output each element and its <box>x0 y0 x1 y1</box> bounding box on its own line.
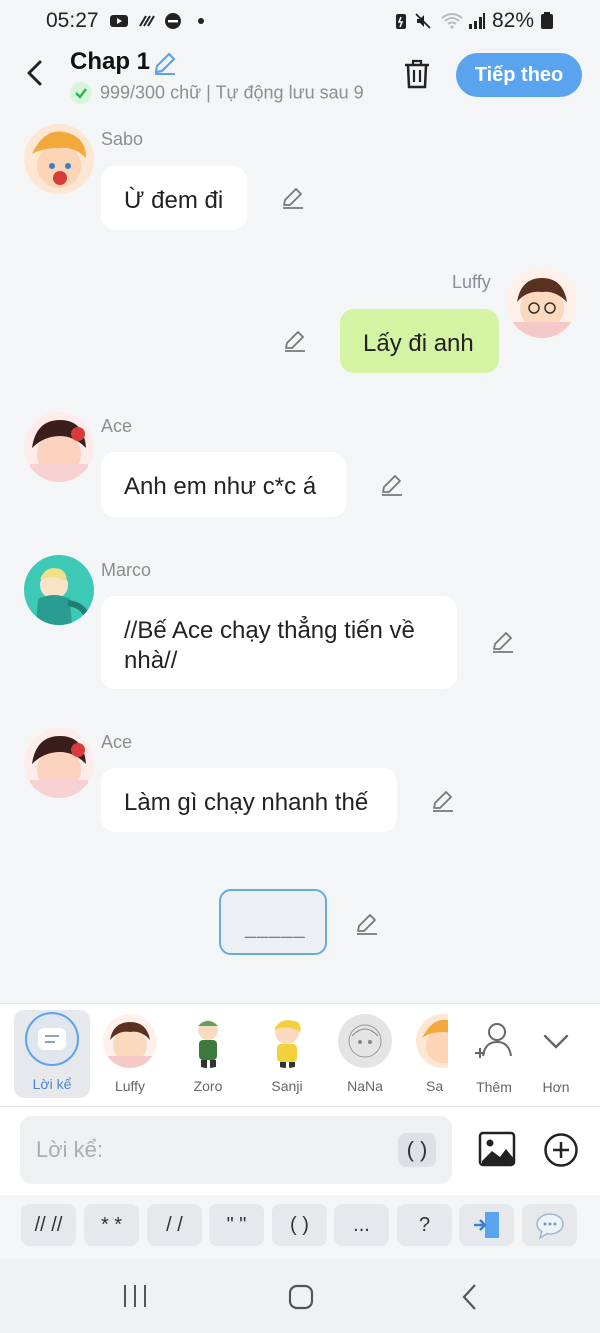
add-user-icon <box>475 1023 512 1058</box>
message-bubble[interactable]: Làm gì chạy nhanh thế <box>101 768 397 832</box>
symbol-paren[interactable]: ( ) <box>272 1204 327 1246</box>
avatar-sabo[interactable] <box>24 124 94 194</box>
signal-icon <box>469 13 485 29</box>
character-label: NaNa <box>347 1078 383 1094</box>
character-label: Luffy <box>114 1078 146 1094</box>
edit-message-icon[interactable] <box>490 629 516 655</box>
edit-message-icon[interactable] <box>354 911 380 937</box>
message-bubble[interactable]: //Bế Ace chạy thẳng tiến về nhà// <box>101 596 457 689</box>
symbol-toolbar: // // * * / / " " ( ) ... ? <box>0 1195 600 1259</box>
word-count-text: 999/300 chữ | Tự động lưu sau 9 <box>100 82 364 103</box>
nana-avatar <box>338 1014 392 1068</box>
recent-apps-icon[interactable] <box>120 1283 150 1309</box>
symbol-question[interactable]: ? <box>397 1204 452 1246</box>
chevron-down-icon <box>543 1034 569 1049</box>
edit-message-icon[interactable] <box>282 328 308 354</box>
placeholder-line: _____ <box>245 917 306 939</box>
sabo-avatar <box>416 1014 448 1068</box>
narrator-icon <box>25 1012 79 1066</box>
battery-percent: 82% <box>492 9 535 32</box>
wifi-icon <box>441 13 463 29</box>
character-selector: Lời kể Luffy Zoro Sanji NaNa Sa Thêm Hơn <box>0 1003 600 1107</box>
exit-door-button[interactable] <box>459 1204 514 1246</box>
message-bubble[interactable]: Lấy đi anh <box>340 309 499 373</box>
mute-icon <box>415 13 431 29</box>
character-sabo[interactable]: Sa <box>404 1012 448 1100</box>
door-icon <box>473 1212 499 1238</box>
dnd-icon <box>165 13 181 29</box>
symbol-quote[interactable]: " " <box>209 1204 264 1246</box>
youtube-icon <box>110 15 128 27</box>
character-luffy[interactable]: Luffy <box>92 1012 168 1100</box>
sanji-avatar <box>260 1014 314 1068</box>
character-label: Zoro <box>193 1078 223 1094</box>
narration-placeholder[interactable]: _____ <box>219 889 327 955</box>
avatar-luffy[interactable] <box>507 268 577 338</box>
character-sanji[interactable]: Sanji <box>249 1012 325 1100</box>
next-button[interactable]: Tiếp theo <box>456 53 582 97</box>
edit-message-icon[interactable] <box>379 472 405 498</box>
image-icon[interactable] <box>478 1131 516 1167</box>
sender-name: Marco <box>101 560 152 580</box>
home-icon[interactable] <box>287 1283 315 1311</box>
luffy-avatar <box>103 1014 157 1068</box>
edit-message-icon[interactable] <box>280 185 306 211</box>
more-characters-button[interactable]: Hơn <box>518 1012 594 1100</box>
character-label: Lời kể <box>32 1076 72 1092</box>
chapter-title[interactable]: Chap 1 <box>70 48 150 76</box>
sender-name: Ace <box>101 732 133 752</box>
trash-icon[interactable] <box>402 58 432 90</box>
status-time: 05:27 <box>46 9 99 32</box>
character-zoro[interactable]: Zoro <box>170 1012 246 1100</box>
back-arrow-icon[interactable] <box>20 56 50 90</box>
avatar-ace[interactable] <box>24 728 94 798</box>
character-narrator[interactable]: Lời kể <box>14 1010 90 1098</box>
battery-saver-icon <box>396 14 406 29</box>
composer: ( ) <box>0 1107 600 1195</box>
symbol-double-slash[interactable]: // // <box>21 1204 76 1246</box>
character-label: Hơn <box>542 1079 570 1095</box>
symbol-ellipsis[interactable]: ... <box>334 1204 389 1246</box>
symbol-asterisk[interactable]: * * <box>84 1204 139 1246</box>
narration-input[interactable] <box>20 1116 452 1184</box>
sender-name: Ace <box>101 416 133 436</box>
character-label: Sa <box>426 1078 444 1094</box>
sender-name: Luffy <box>452 272 491 292</box>
dot-icon <box>198 18 204 24</box>
symbol-slash[interactable]: / / <box>147 1204 202 1246</box>
editor-header: Chap 1 999/300 chữ | Tự động lưu sau 9 T… <box>0 44 600 110</box>
check-icon <box>70 82 92 104</box>
chat-bubble-button[interactable] <box>522 1204 577 1246</box>
avatar-marco[interactable] <box>24 555 94 625</box>
zoro-avatar <box>181 1014 235 1068</box>
status-bar: 05:27 82% <box>0 0 600 44</box>
message-bubble[interactable]: Ừ đem đi <box>101 166 247 230</box>
back-nav-icon[interactable] <box>458 1282 482 1312</box>
add-circle-icon[interactable] <box>543 1132 579 1168</box>
character-label: Sanji <box>271 1078 303 1094</box>
battery-icon <box>541 12 553 29</box>
edit-title-icon[interactable] <box>152 50 178 76</box>
speech-bubble-icon <box>535 1213 564 1240</box>
system-nav-bar <box>0 1259 600 1333</box>
save-status: 999/300 chữ | Tự động lưu sau 9 <box>70 82 376 106</box>
sender-name: Sabo <box>101 129 144 149</box>
notification-icon <box>139 15 155 27</box>
edit-message-icon[interactable] <box>430 788 456 814</box>
message-bubble[interactable]: Anh em như c*c á <box>101 452 346 517</box>
character-nana[interactable]: NaNa <box>327 1012 403 1100</box>
avatar-ace[interactable] <box>24 412 94 482</box>
parentheses-button[interactable]: ( ) <box>398 1133 436 1167</box>
